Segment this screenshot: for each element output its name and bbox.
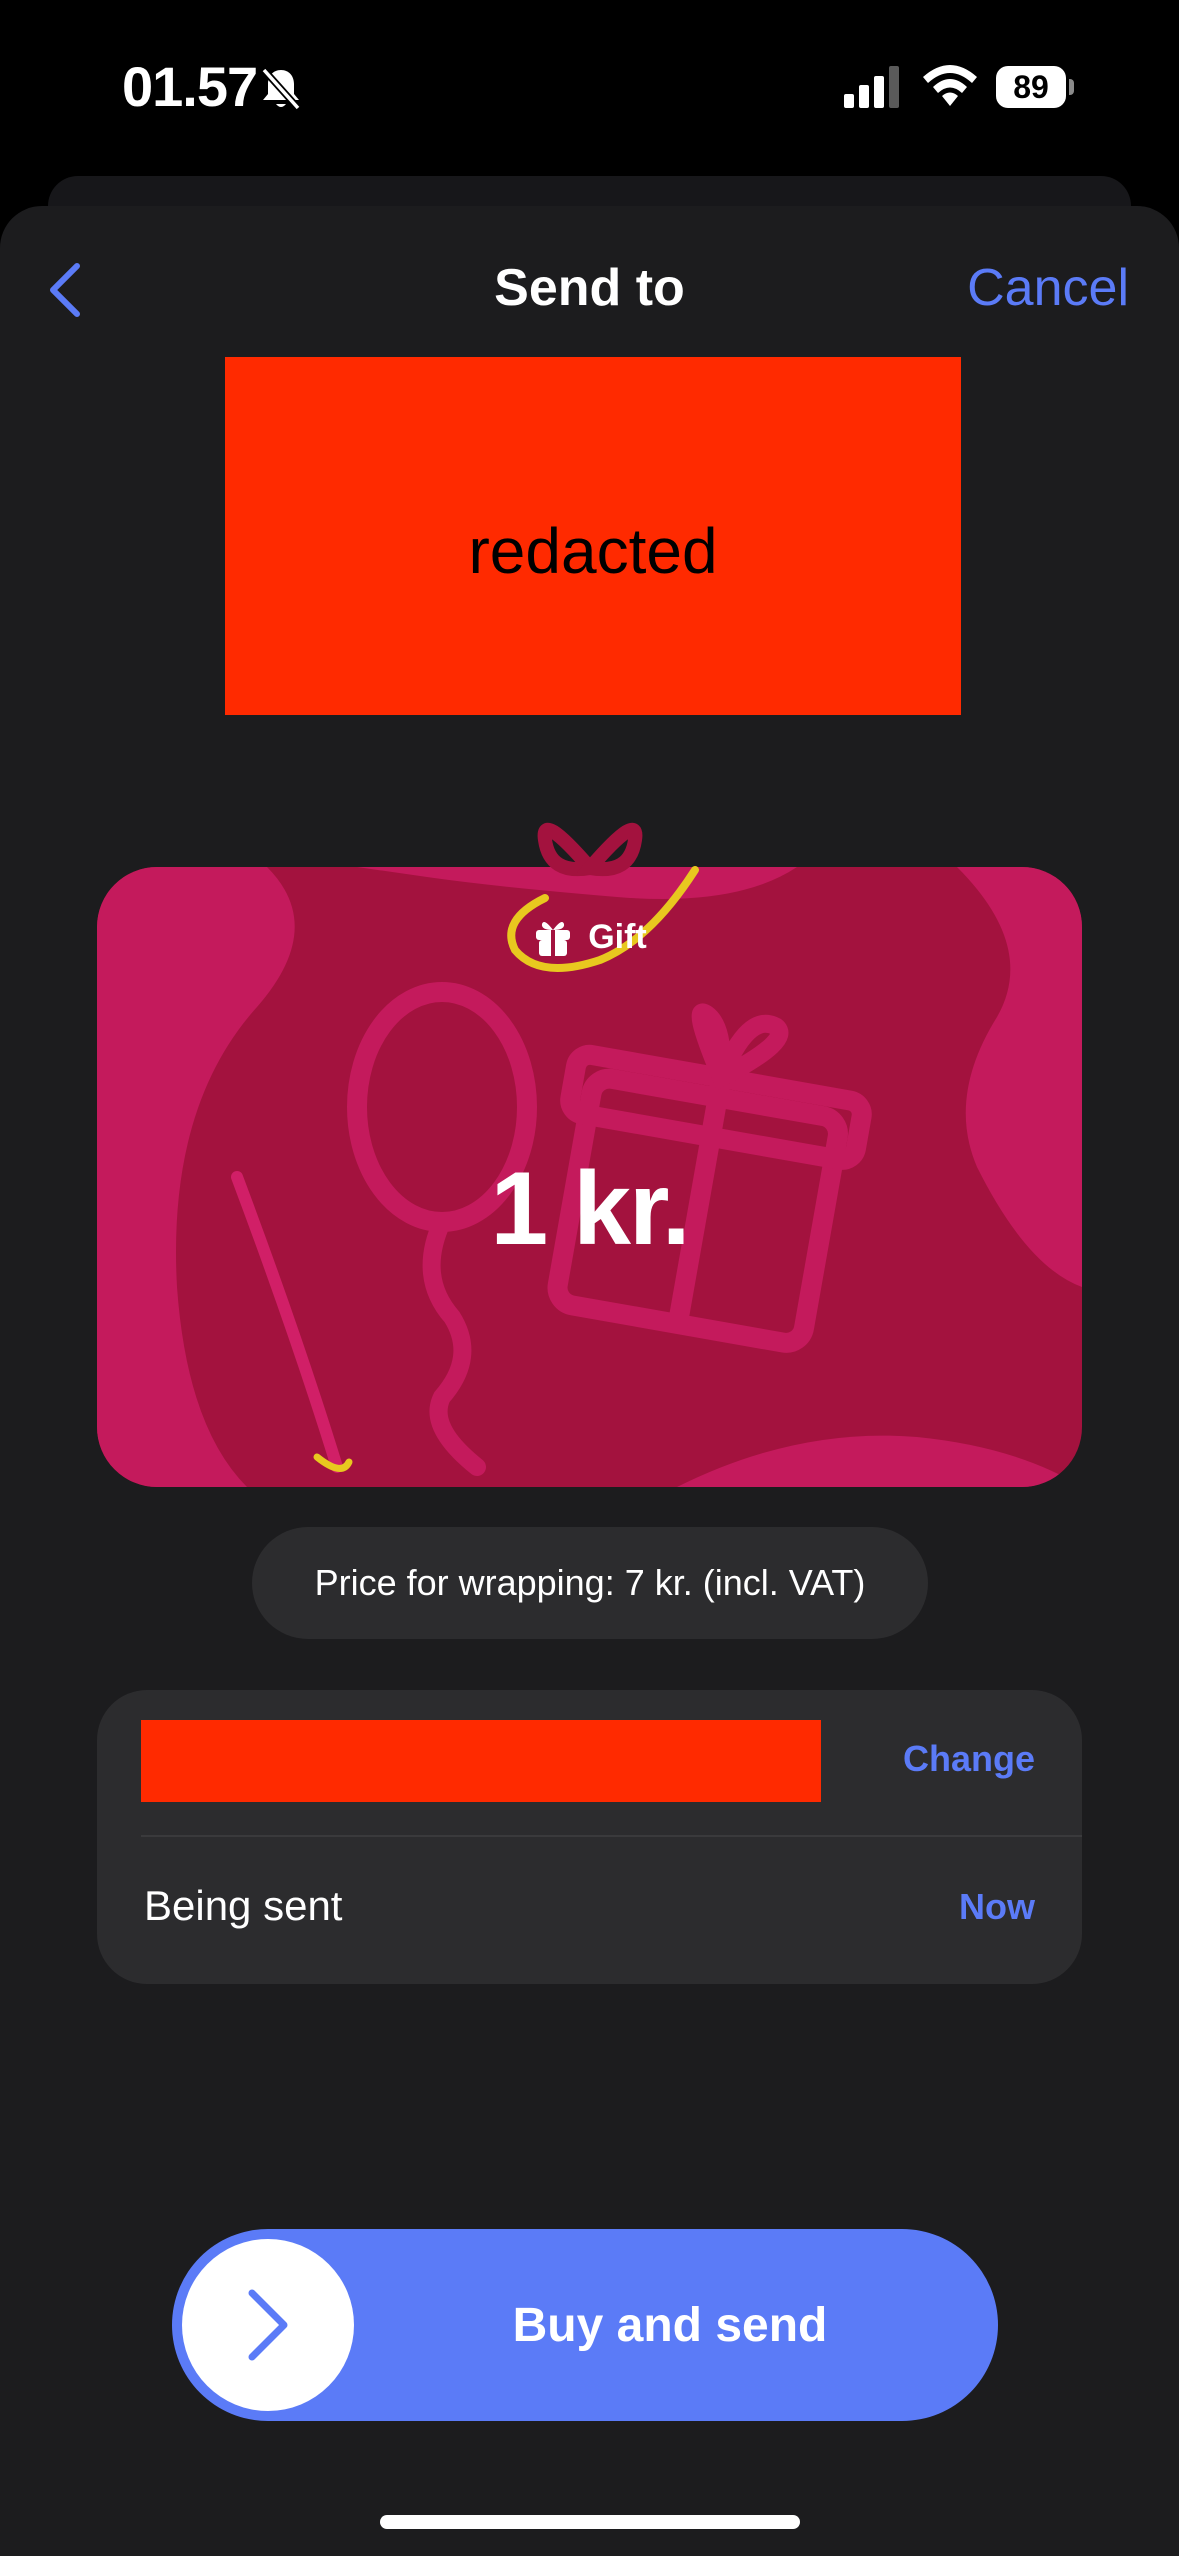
gift-badge-label: Gift <box>588 917 647 956</box>
buy-and-send-label: Buy and send <box>512 2298 828 2352</box>
chevron-right-icon <box>248 2289 288 2361</box>
signal-icon <box>842 66 902 108</box>
battery-level: 89 <box>996 66 1066 108</box>
gift-icon <box>536 922 571 956</box>
change-recipient-button[interactable]: Change <box>903 1738 1035 1780</box>
divider <box>141 1835 1082 1837</box>
ribbon-bow-decoration <box>507 822 699 972</box>
gift-badge: Gift <box>0 916 1179 958</box>
cancel-button[interactable]: Cancel <box>967 258 1129 318</box>
home-indicator[interactable] <box>380 2515 800 2529</box>
redacted-recipient-header: redacted <box>225 357 961 715</box>
wrapping-price-note: Price for wrapping: 7 kr. (incl. VAT) <box>252 1527 928 1639</box>
wifi-icon <box>920 62 980 108</box>
battery-icon: 89 <box>996 66 1074 108</box>
details-card: Change Being sent Now <box>97 1690 1082 1984</box>
slider-knob[interactable] <box>182 2239 354 2411</box>
redacted-recipient-name <box>141 1720 821 1802</box>
bell-slash-icon <box>256 64 306 114</box>
buy-and-send-slider[interactable]: Buy and send <box>172 2229 998 2421</box>
gift-amount: 1 kr. <box>490 1151 690 1267</box>
status-bar: 01.57 89 <box>0 0 1179 170</box>
delivery-time-label: Being sent <box>144 1882 343 1929</box>
delivery-time-value[interactable]: Now <box>959 1886 1035 1928</box>
status-time: 01.57 <box>122 55 258 118</box>
